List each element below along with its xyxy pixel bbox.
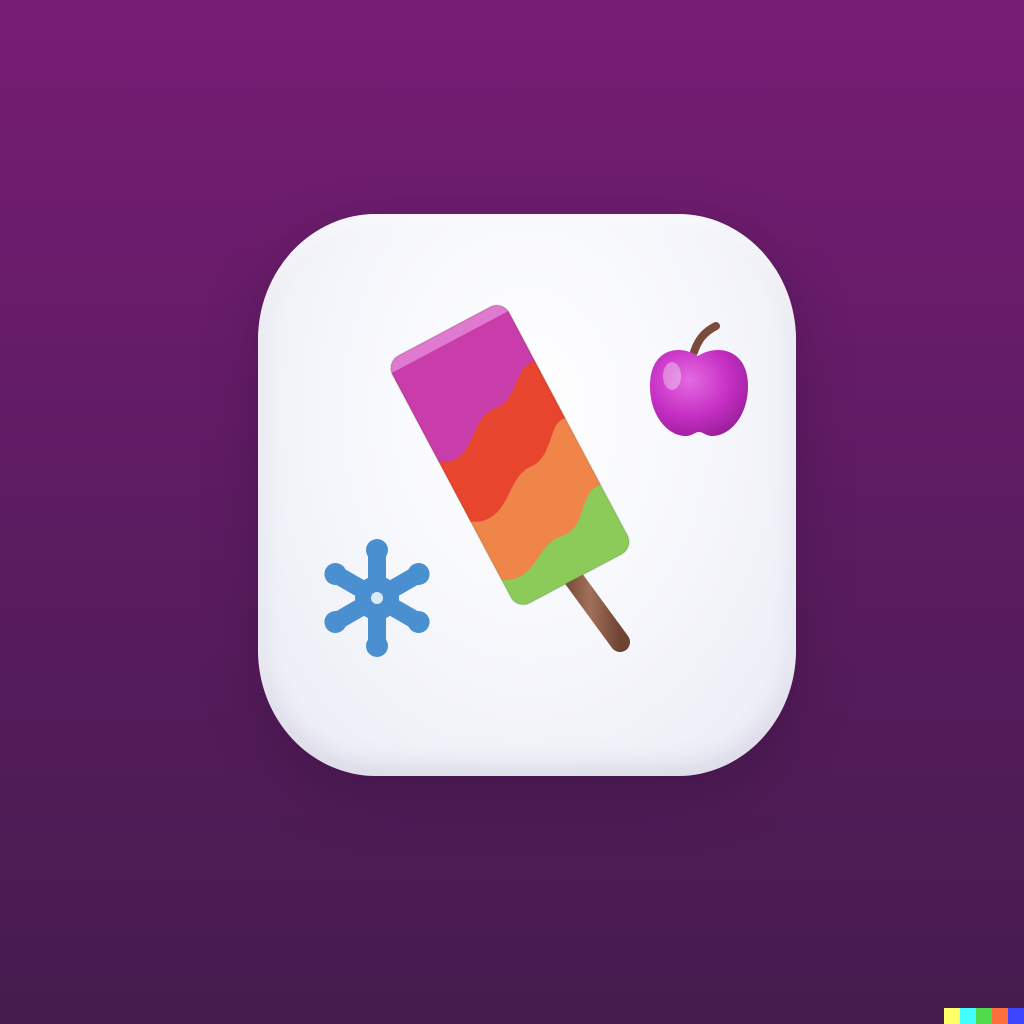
watermark-color-bar bbox=[944, 1008, 1024, 1024]
watermark-swatch bbox=[960, 1008, 976, 1024]
apple-stem bbox=[690, 322, 720, 356]
watermark-swatch bbox=[944, 1008, 960, 1024]
watermark-swatch bbox=[976, 1008, 992, 1024]
icon-artwork bbox=[324, 300, 748, 657]
apple-icon bbox=[650, 322, 748, 436]
watermark-swatch bbox=[1008, 1008, 1024, 1024]
watermark-swatch bbox=[992, 1008, 1008, 1024]
apple-body bbox=[650, 349, 748, 436]
popsicle-icon bbox=[385, 300, 635, 652]
snowflake-icon bbox=[324, 539, 430, 657]
